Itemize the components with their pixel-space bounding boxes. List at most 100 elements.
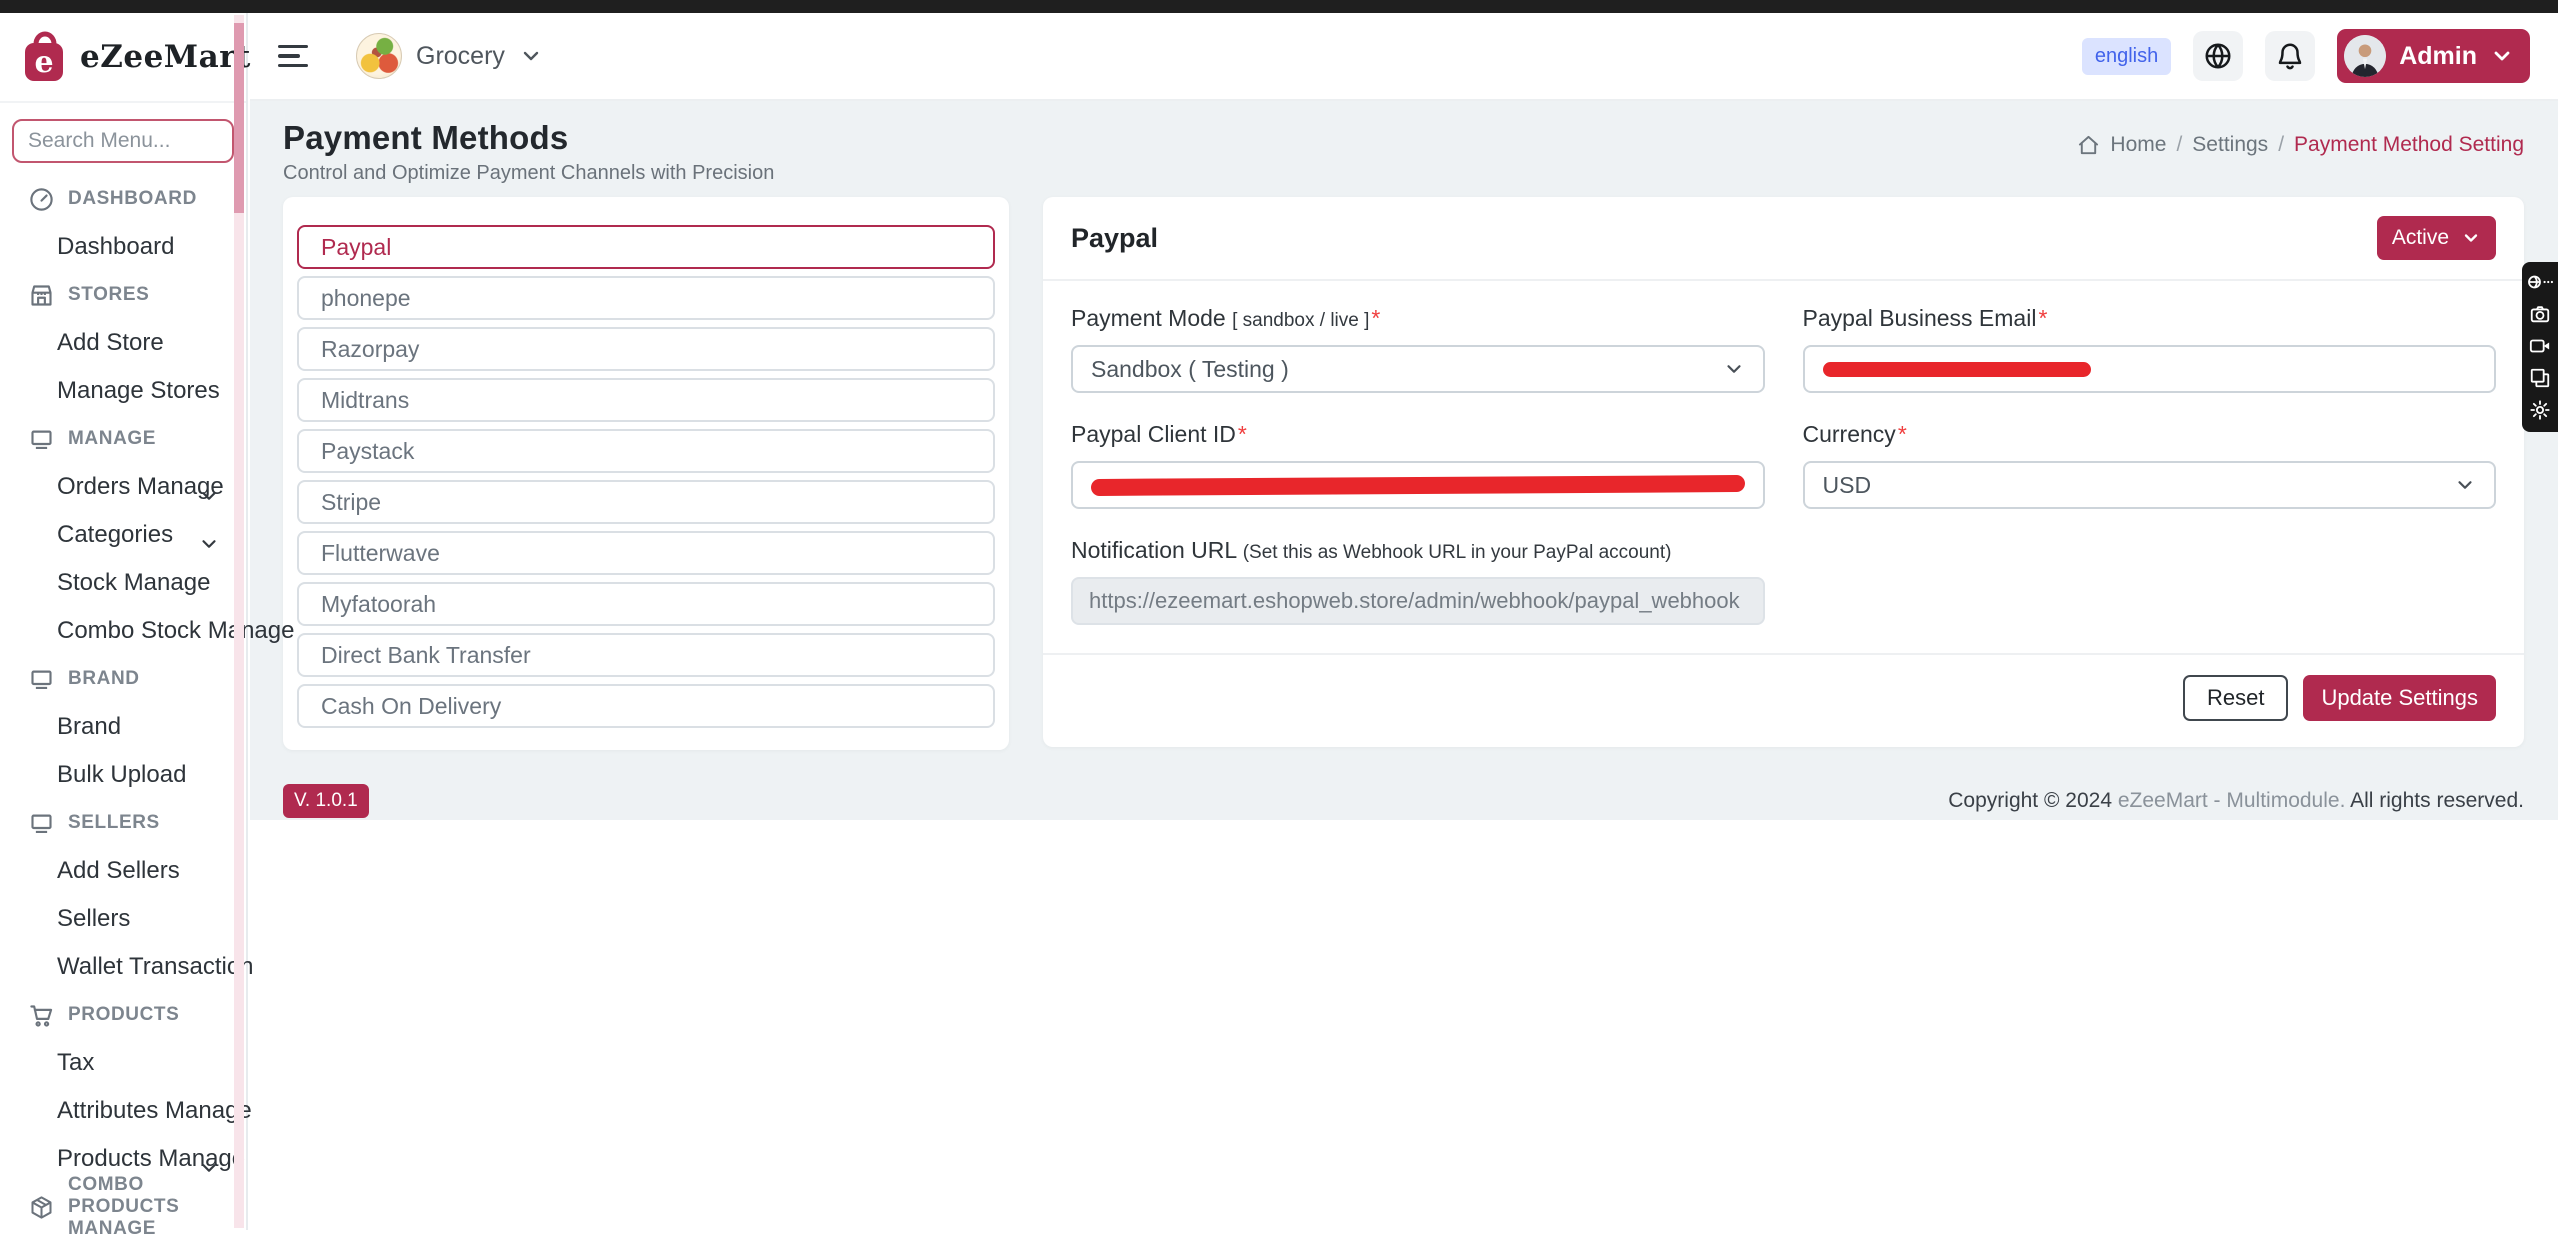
payment-method-item-flutterwave[interactable]: Flutterwave — [297, 531, 995, 575]
business-email-input[interactable] — [1803, 345, 2497, 393]
camera-icon[interactable] — [2529, 303, 2551, 325]
svg-text:e: e — [34, 45, 53, 80]
sidebar-section-brand: BRAND — [0, 655, 246, 703]
user-menu-button[interactable]: Admin — [2337, 29, 2530, 83]
notification-url-label: Notification URL (Set this as Webhook UR… — [1071, 537, 1765, 564]
window-top-strip — [0, 0, 2558, 13]
sidebar-item-brand[interactable]: Brand — [0, 703, 246, 751]
breadcrumb-settings[interactable]: Settings — [2192, 133, 2268, 157]
sidebar-section-dashboard: DASHBOARD — [0, 175, 246, 223]
sidebar-item-wallet-transaction[interactable]: Wallet Transaction — [0, 943, 246, 991]
globe-icon — [2203, 41, 2233, 71]
language-globe-button[interactable] — [2193, 31, 2243, 81]
sidebar-scrollbar-thumb[interactable] — [234, 23, 244, 213]
chevron-down-icon — [519, 44, 543, 68]
copyright-text: Copyright © 2024 eZeeMart - Multimodule.… — [1948, 789, 2524, 813]
sidebar-item-products-manage[interactable]: Products Manage — [0, 1135, 246, 1183]
bell-icon — [2275, 41, 2305, 71]
notification-url-input[interactable] — [1071, 577, 1765, 625]
reset-button[interactable]: Reset — [2183, 675, 2288, 721]
business-email-label: Paypal Business Email* — [1803, 305, 2497, 332]
payment-method-item-midtrans[interactable]: Midtrans — [297, 378, 995, 422]
chevron-down-icon — [2454, 474, 2476, 496]
notifications-button[interactable] — [2265, 31, 2315, 81]
sidebar-item-combo-stock-manage[interactable]: Combo Stock Manage — [0, 607, 246, 655]
sidebar-item-stock-manage[interactable]: Stock Manage — [0, 559, 246, 607]
monitor-icon — [28, 810, 55, 837]
payment-method-item-razorpay[interactable]: Razorpay — [297, 327, 995, 371]
sidebar-item-dashboard[interactable]: Dashboard — [0, 223, 246, 271]
sidebar-scrollbar-track[interactable] — [234, 15, 244, 1228]
sidebar-item-categories[interactable]: Categories — [0, 511, 246, 559]
client-id-input[interactable] — [1071, 461, 1765, 509]
store-switcher[interactable]: Grocery — [356, 33, 543, 79]
monitor-icon — [28, 666, 55, 693]
sidebar-item-manage-stores[interactable]: Manage Stores — [0, 367, 246, 415]
breadcrumb-home[interactable]: Home — [2110, 133, 2166, 157]
payment-method-item-paystack[interactable]: Paystack — [297, 429, 995, 473]
chevron-down-icon — [198, 1148, 220, 1170]
sidebar-section-products: PRODUCTS — [0, 991, 246, 1039]
chevron-down-icon — [2461, 228, 2481, 248]
user-name: Admin — [2399, 42, 2477, 71]
cart-icon — [28, 1002, 55, 1029]
home-icon — [2077, 134, 2100, 157]
settings-icon[interactable] — [2529, 399, 2551, 421]
sidebar-section-combo-products-manage: COMBO PRODUCTS MANAGE — [0, 1183, 246, 1231]
logo-bag-icon: e — [22, 30, 68, 84]
breadcrumb: Home / Settings / Payment Method Setting — [2077, 133, 2524, 157]
app-logo[interactable]: e eZeeMart — [0, 13, 246, 103]
payment-method-item-paypal[interactable]: Paypal — [297, 225, 995, 269]
version-badge: V. 1.0.1 — [283, 784, 369, 818]
sidebar-section-manage: MANAGE — [0, 415, 246, 463]
payment-mode-label: Payment Mode [ sandbox / live ]* — [1071, 305, 1765, 332]
main-content: Payment Methods Control and Optimize Pay… — [250, 101, 2558, 820]
sidebar-toggle-button[interactable] — [278, 38, 318, 74]
payment-methods-list-card: Paypal phonepe Razorpay Midtrans Paystack Str… — [283, 197, 1009, 750]
package-icon — [28, 1194, 55, 1221]
search-menu-input[interactable] — [12, 119, 234, 163]
page-title: Payment Methods — [283, 119, 774, 157]
user-avatar — [2344, 35, 2386, 77]
payment-method-item-cash-on-delivery[interactable]: Cash On Delivery — [297, 684, 995, 728]
capture-icon[interactable] — [2525, 271, 2555, 293]
sidebar-item-add-store[interactable]: Add Store — [0, 319, 246, 367]
payment-method-item-direct-bank-transfer[interactable]: Direct Bank Transfer — [297, 633, 995, 677]
sidebar-item-bulk-upload[interactable]: Bulk Upload — [0, 751, 246, 799]
currency-label: Currency* — [1803, 421, 2497, 448]
sidebar: e eZeeMart DASHBOARDDashboardSTORESAdd S… — [0, 13, 248, 1230]
payment-method-detail-card: Paypal Active Payment Mode [ sandbox / l… — [1043, 197, 2524, 747]
chevron-down-icon — [198, 524, 220, 546]
sidebar-item-orders-manage[interactable]: Orders Manage — [0, 463, 246, 511]
payment-mode-select[interactable]: Sandbox ( Testing ) — [1071, 345, 1765, 393]
update-settings-button[interactable]: Update Settings — [2303, 675, 2496, 721]
client-id-label: Paypal Client ID* — [1071, 421, 1765, 448]
storefront-icon — [28, 282, 55, 309]
app-title: eZeeMart — [80, 39, 251, 75]
top-navigation-bar: Grocery english Admin — [250, 13, 2558, 101]
status-dropdown-button[interactable]: Active — [2377, 216, 2496, 260]
record-icon[interactable] — [2529, 335, 2551, 357]
page-subtitle: Control and Optimize Payment Channels wi… — [283, 162, 774, 185]
payment-method-item-myfatoorah[interactable]: Myfatoorah — [297, 582, 995, 626]
currency-select[interactable]: USD — [1803, 461, 2497, 509]
sidebar-section-stores: STORES — [0, 271, 246, 319]
sidebar-item-add-sellers[interactable]: Add Sellers — [0, 847, 246, 895]
monitor-icon — [28, 426, 55, 453]
sidebar-section-sellers: SELLERS — [0, 799, 246, 847]
sidebar-item-sellers[interactable]: Sellers — [0, 895, 246, 943]
speedometer-icon — [28, 186, 55, 213]
payment-method-item-phonepe[interactable]: phonepe — [297, 276, 995, 320]
copy-icon[interactable] — [2529, 367, 2551, 389]
payment-method-item-stripe[interactable]: Stripe — [297, 480, 995, 524]
chevron-down-icon — [2490, 44, 2514, 68]
sidebar-nav: DASHBOARDDashboardSTORESAdd StoreManage … — [0, 175, 246, 1231]
store-name: Grocery — [416, 42, 505, 71]
sidebar-item-attributes-manage[interactable]: Attributes Manage — [0, 1087, 246, 1135]
language-badge[interactable]: english — [2082, 38, 2171, 75]
redaction-bar — [1823, 362, 2091, 377]
chevron-down-icon — [198, 476, 220, 498]
screen-capture-extension-toolbar[interactable] — [2522, 262, 2558, 432]
redaction-bar — [1091, 475, 1745, 496]
sidebar-item-tax[interactable]: Tax — [0, 1039, 246, 1087]
